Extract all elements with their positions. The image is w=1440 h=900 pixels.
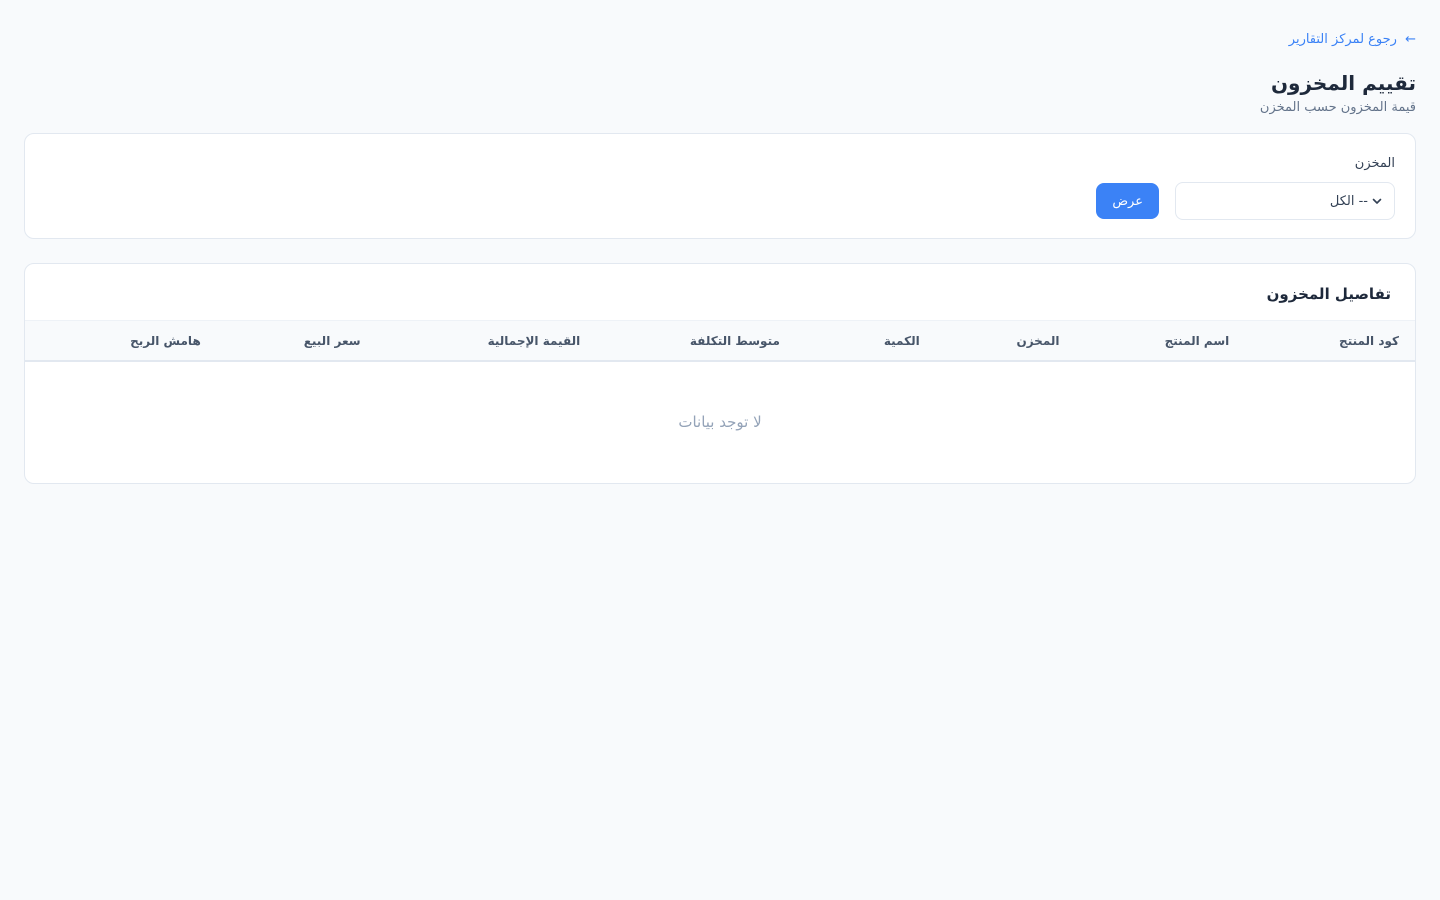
empty-state-message: لا توجد بيانات [678,413,762,431]
show-button[interactable]: عرض [1096,183,1159,219]
back-link-label: رجوع لمركز التقارير [1288,32,1397,47]
warehouse-select[interactable]: -- الكل [1175,182,1395,220]
back-to-reports-link[interactable]: ← رجوع لمركز التقارير [1289,31,1416,49]
arrow-left-icon: ← [1405,32,1416,47]
column-header-quantity[interactable]: الكمية [780,334,920,348]
details-title: تفاصيل المخزون [1266,285,1391,303]
column-header-profit-margin[interactable]: هامش الربح [41,334,201,348]
page-subtitle: قيمة المخزون حسب المخزن [1259,100,1416,115]
warehouse-select-value: -- الكل [1329,193,1368,209]
column-header-selling-price[interactable]: سعر البيع [201,334,361,348]
column-header-total-value[interactable]: القيمة الإجمالية [361,334,581,348]
inventory-table: كود المنتج اسم المنتج المخزن الكمية متوس… [25,320,1415,482]
page-title: تقييم المخزون [1270,71,1416,95]
filter-card: المخزن -- الكل عرض [24,133,1416,239]
column-header-product-code[interactable]: كود المنتج [1229,334,1399,348]
page: ← رجوع لمركز التقارير تقييم المخزون قيمة… [0,0,1440,484]
table-header: كود المنتج اسم المنتج المخزن الكمية متوس… [25,320,1415,362]
filter-row: -- الكل عرض [45,182,1395,220]
column-header-product-name[interactable]: اسم المنتج [1060,334,1230,348]
chevron-down-icon [1372,196,1382,206]
inventory-details-card: تفاصيل المخزون كود المنتج اسم المنتج الم… [24,263,1416,484]
column-header-warehouse[interactable]: المخزن [920,334,1059,348]
warehouse-label: المخزن [1354,156,1395,171]
column-header-average-cost[interactable]: متوسط التكلفة [580,334,780,348]
